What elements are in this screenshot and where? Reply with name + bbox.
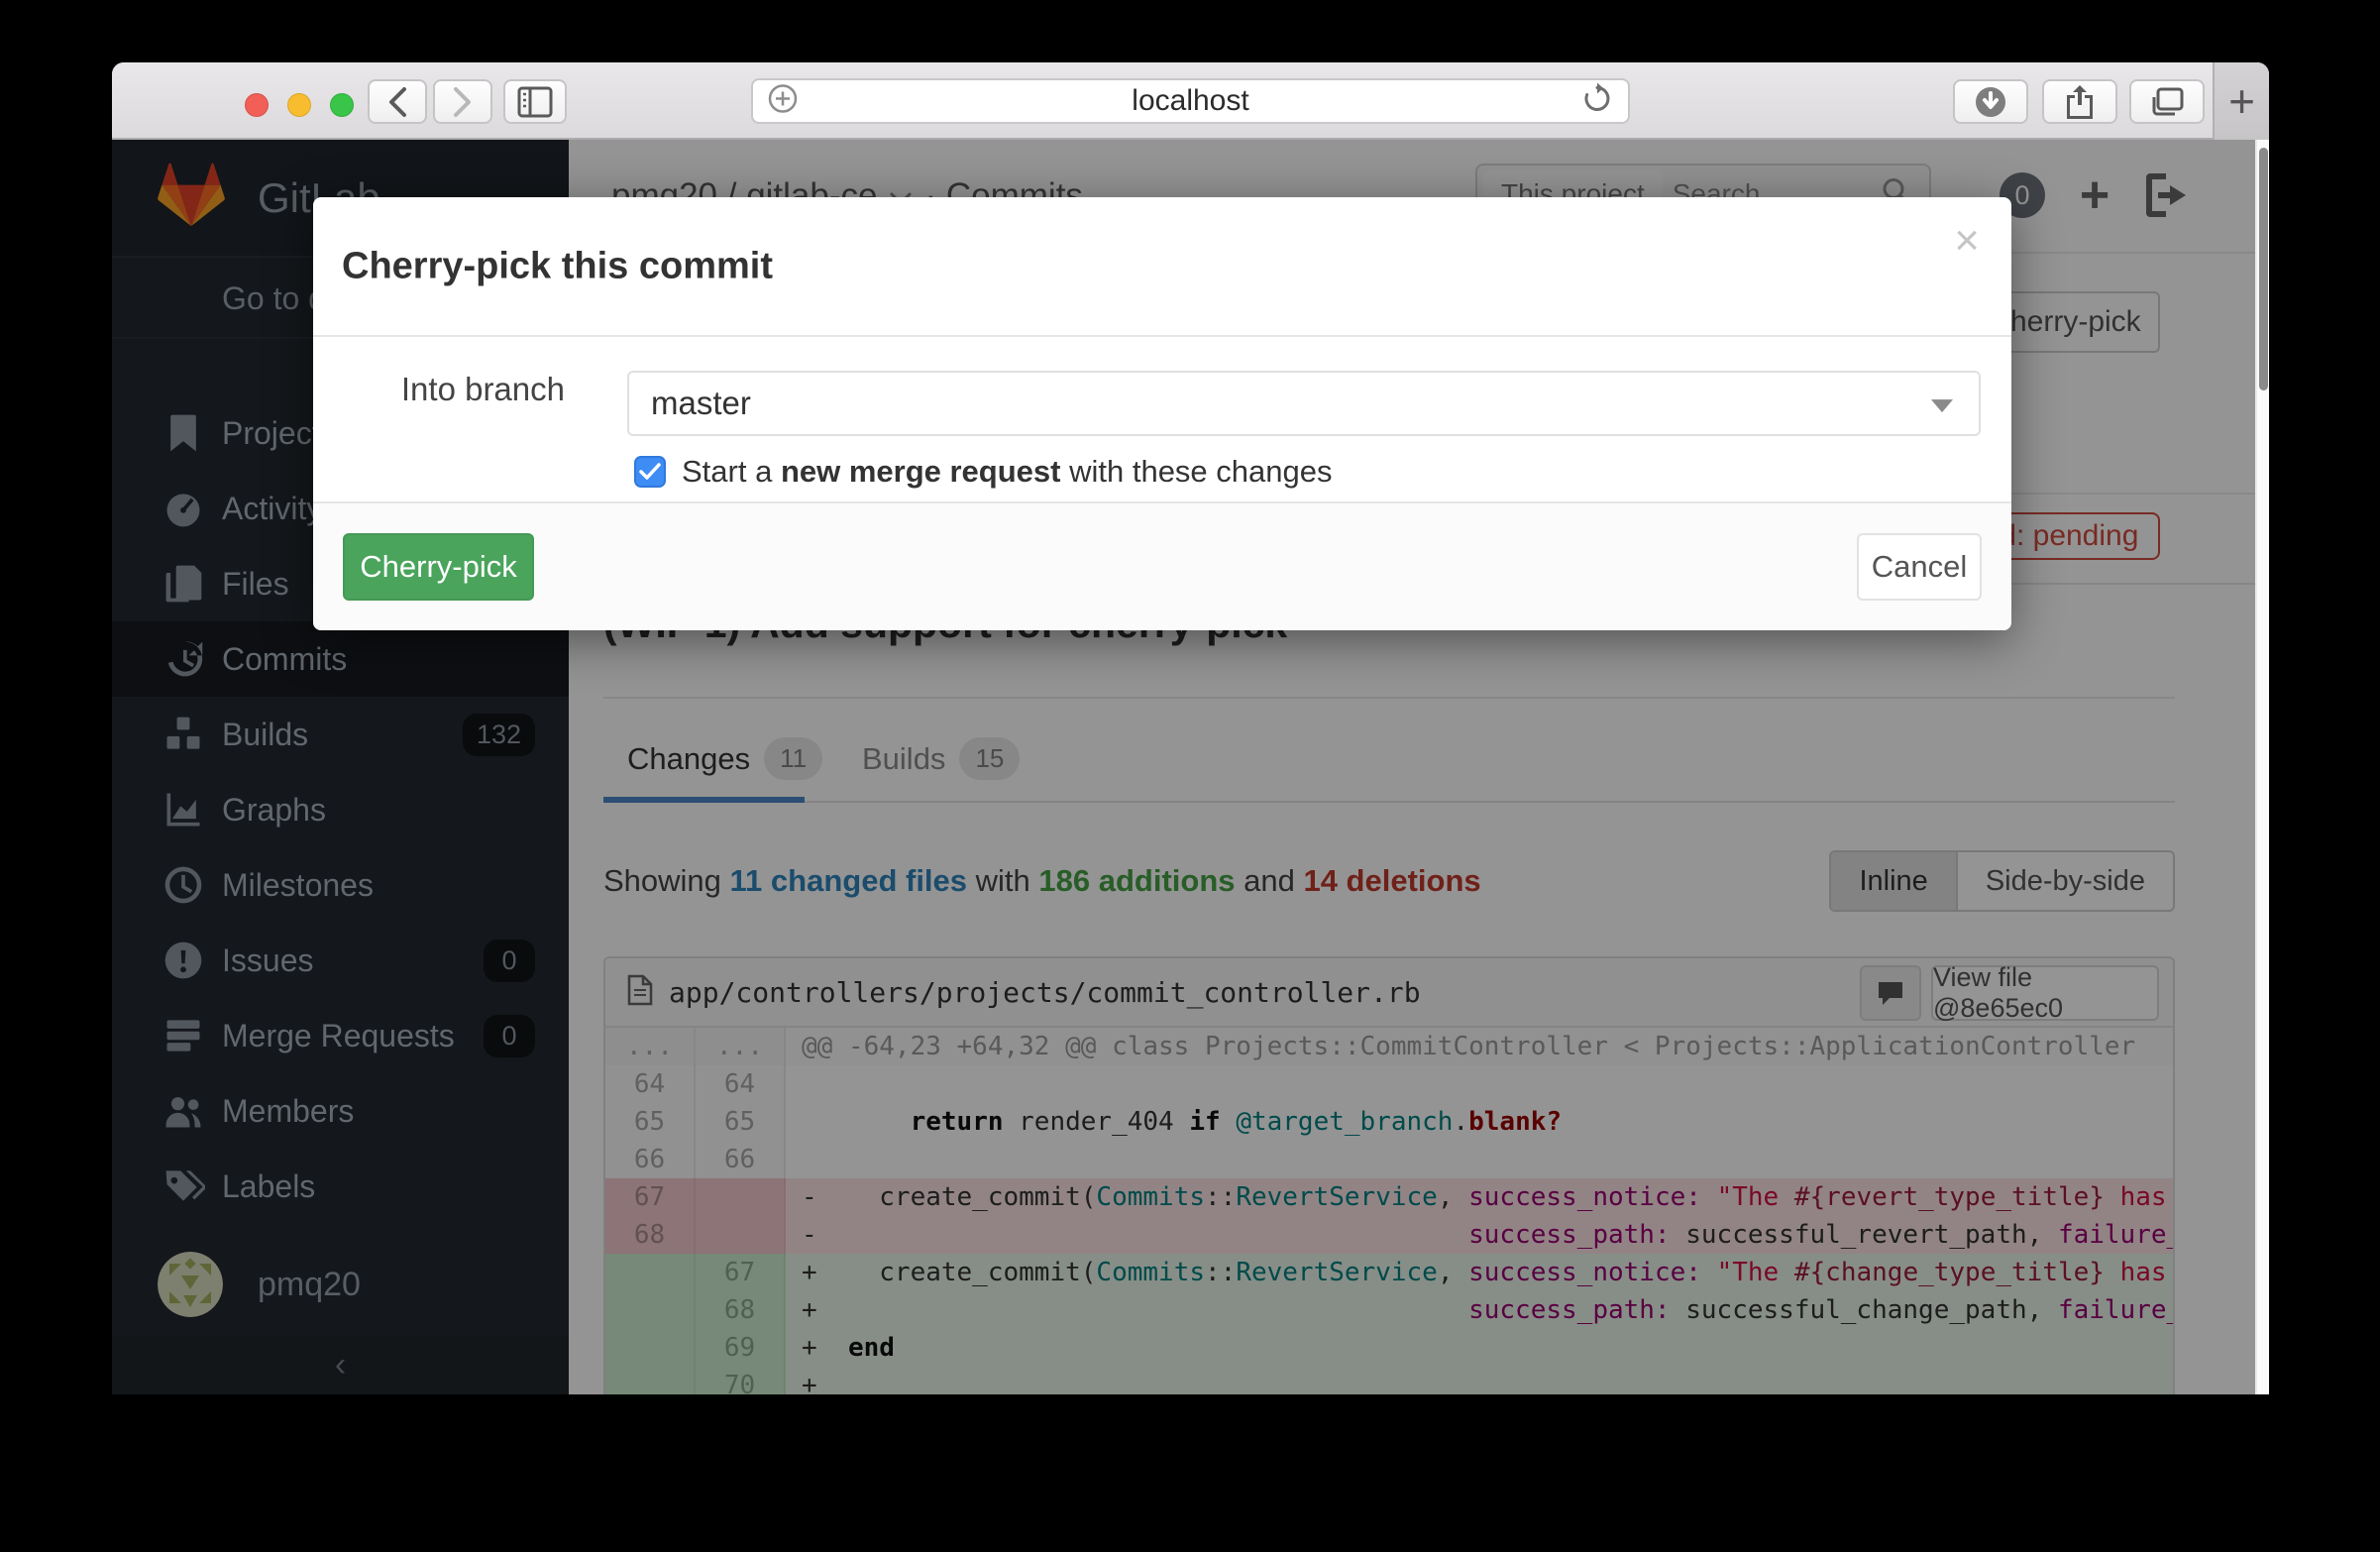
into-branch-label: Into branch bbox=[313, 371, 565, 408]
back-button[interactable] bbox=[368, 79, 427, 124]
share-button[interactable] bbox=[2042, 79, 2117, 124]
page-viewport: GitLab Go to dashboard ProjectActivityFi… bbox=[112, 140, 2269, 1394]
back-chevron-icon bbox=[384, 85, 410, 119]
downloads-button[interactable] bbox=[1953, 79, 2028, 124]
modal-body: Into branch master Start a new merge req… bbox=[313, 337, 2011, 499]
plus-icon: + bbox=[2228, 74, 2255, 128]
cherry-pick-submit-button[interactable]: Cherry-pick bbox=[343, 533, 534, 601]
address-bar[interactable]: localhost bbox=[751, 78, 1630, 124]
cancel-button[interactable]: Cancel bbox=[1857, 533, 1982, 601]
minimize-window-button[interactable] bbox=[287, 93, 311, 117]
download-icon bbox=[1973, 84, 2008, 120]
reader-plus-icon[interactable] bbox=[767, 83, 799, 120]
close-window-button[interactable] bbox=[245, 93, 269, 117]
close-icon[interactable]: × bbox=[1954, 219, 1980, 263]
tabs-icon bbox=[2148, 85, 2186, 119]
sidebar-toggle-button[interactable] bbox=[503, 79, 567, 124]
sidebar-toggle-icon bbox=[517, 86, 553, 118]
browser-toolbar: localhost + bbox=[112, 62, 2269, 140]
share-icon bbox=[2063, 83, 2097, 121]
branch-select[interactable]: master bbox=[627, 371, 1981, 436]
address-text: localhost bbox=[753, 84, 1628, 118]
merge-request-checkbox-label: Start a new merge request with these cha… bbox=[682, 454, 1333, 490]
modal-title: Cherry-pick this commit bbox=[342, 245, 773, 287]
modal-footer: Cherry-pick Cancel bbox=[313, 501, 2011, 630]
new-tab-button[interactable]: + bbox=[2213, 62, 2269, 140]
zoom-window-button[interactable] bbox=[330, 93, 354, 117]
tab-overview-button[interactable] bbox=[2129, 79, 2205, 124]
merge-request-checkbox-row: Start a new merge request with these cha… bbox=[634, 454, 1333, 490]
merge-request-checkbox[interactable] bbox=[634, 456, 666, 488]
modal-header: Cherry-pick this commit × bbox=[313, 197, 2011, 337]
branch-select-value: master bbox=[651, 385, 751, 422]
browser-window: localhost + bbox=[112, 62, 2269, 1394]
cherry-pick-modal: Cherry-pick this commit × Into branch ma… bbox=[313, 197, 2011, 630]
forward-chevron-icon bbox=[450, 85, 476, 119]
scrollbar-track[interactable] bbox=[2255, 140, 2269, 1394]
reload-icon[interactable] bbox=[1580, 82, 1614, 121]
scrollbar-thumb[interactable] bbox=[2259, 148, 2268, 390]
forward-button[interactable] bbox=[433, 79, 492, 124]
check-icon bbox=[639, 463, 661, 481]
chevron-down-icon bbox=[1931, 399, 1953, 412]
